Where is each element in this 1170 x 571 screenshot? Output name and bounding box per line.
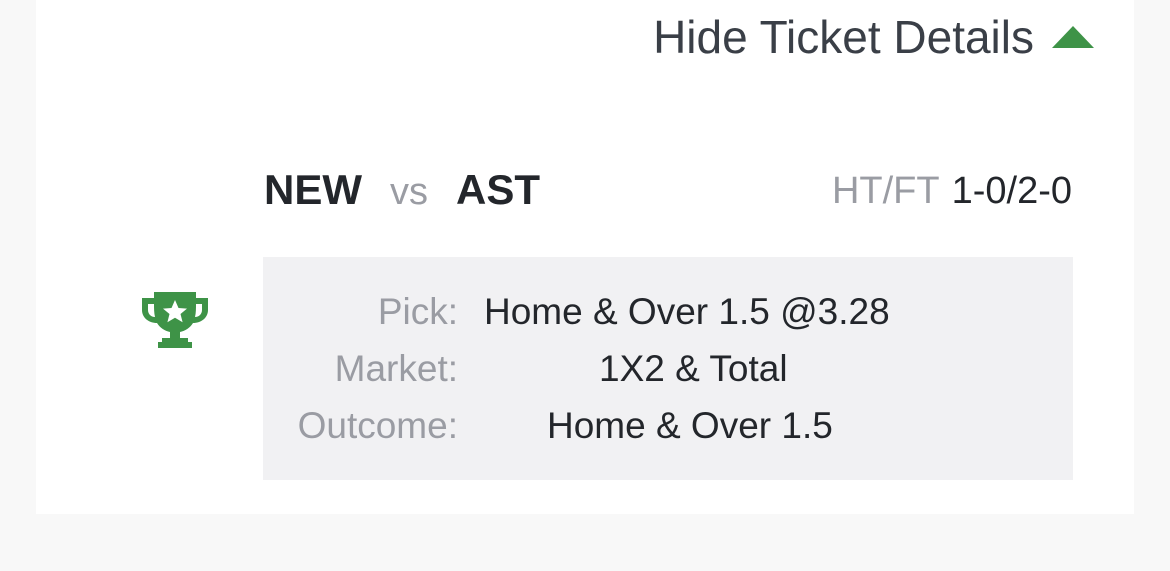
market-value: 1X2 & Total <box>599 348 788 389</box>
outcome-value: Home & Over 1.5 <box>547 405 833 446</box>
result-value: 1-0/2-0 <box>951 170 1072 212</box>
hide-ticket-details-toggle[interactable]: Hide Ticket Details <box>653 10 1094 64</box>
outcome-row: Outcome: Home & Over 1.5 <box>263 405 1073 455</box>
home-team: NEW <box>264 166 362 213</box>
pick-row: Pick: Home & Over 1.5 @3.28 <box>263 291 1073 341</box>
ticket-card: Hide Ticket Details NEW vs AST HT/FT 1-0… <box>36 0 1134 514</box>
pick-label: Pick: <box>377 291 458 332</box>
toggle-label: Hide Ticket Details <box>653 11 1034 63</box>
result-label: HT/FT <box>831 170 940 212</box>
caret-up-icon <box>1052 26 1094 48</box>
market-row: Market: 1X2 & Total <box>263 348 1073 398</box>
away-team: AST <box>456 166 540 213</box>
trophy-icon <box>142 292 208 348</box>
outcome-label: Outcome: <box>297 405 458 446</box>
vs-separator: vs <box>390 171 428 213</box>
market-label: Market: <box>334 348 458 389</box>
match-result: HT/FT 1-0/2-0 <box>832 170 1072 213</box>
pick-value: Home & Over 1.5 @3.28 <box>484 291 890 332</box>
ticket-details-panel: Pick: Home & Over 1.5 @3.28 Market: 1X2 … <box>263 257 1073 480</box>
matchup: NEW vs AST <box>264 166 540 214</box>
